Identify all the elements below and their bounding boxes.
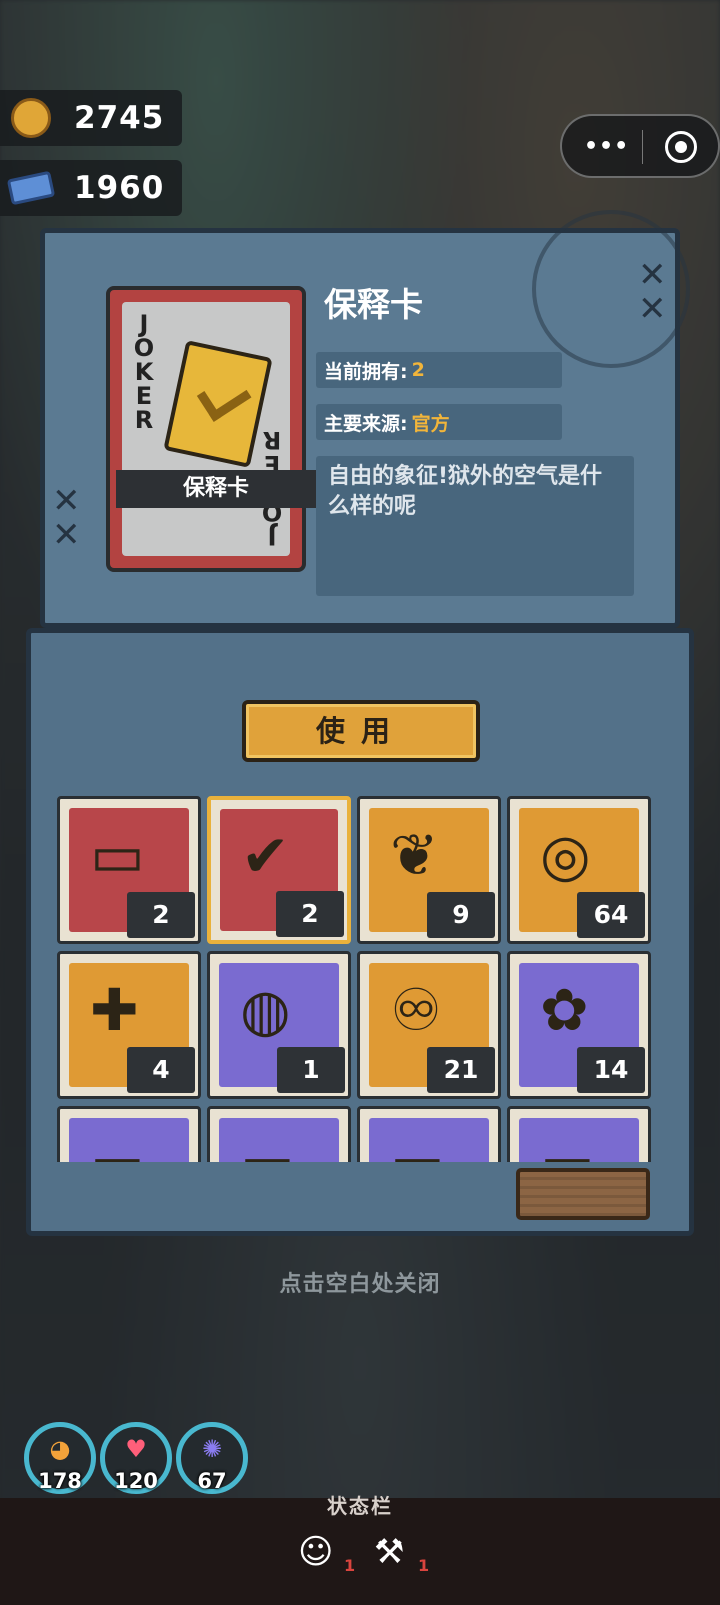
inventory-slot[interactable]: ✔ 2 <box>207 796 351 944</box>
item-icon: ▬ <box>540 1131 595 1162</box>
blue-ticket-icon <box>6 168 56 208</box>
wooden-button[interactable] <box>516 1168 650 1220</box>
inventory-slot[interactable]: ▬ <box>57 1106 201 1162</box>
item-name: 保释卡 <box>324 285 423 324</box>
inventory-slot[interactable]: ▬ <box>357 1106 501 1162</box>
ribbon-card-icon: ♾ <box>390 976 442 1044</box>
ticket-currency: 1960 <box>0 160 182 216</box>
bail-card-icon <box>163 340 273 468</box>
item-description: 自由的象征!狱外的空气是什么样的呢 <box>328 464 603 519</box>
inventory-slot[interactable]: ◎ 64 <box>507 796 651 944</box>
use-button[interactable]: 使用 <box>242 700 480 762</box>
inventory-slot[interactable]: ✿ 14 <box>507 951 651 1099</box>
medical-card-icon: ✚ <box>90 976 139 1044</box>
bow-ticket-icon: ✿ <box>540 976 589 1044</box>
ticket-amount: 1960 <box>74 170 165 206</box>
more-menu-button[interactable]: ••• <box>584 134 629 159</box>
effect-count: 1 <box>418 1556 430 1575</box>
capsule-divider <box>642 130 643 164</box>
item-count: 4 <box>127 1047 195 1093</box>
effect-count: 1 <box>344 1556 356 1575</box>
steak-meal-icon: ◍ <box>240 976 291 1044</box>
item-icon: ▬ <box>90 1131 145 1162</box>
theater-masks-icon[interactable]: ☺ <box>298 1532 333 1572</box>
film-reel-icon: ◎ <box>540 821 591 889</box>
item-count: 2 <box>127 892 195 938</box>
inventory-slot[interactable]: ▬ <box>207 1106 351 1162</box>
inventory-slot[interactable]: ♾ 21 <box>357 951 501 1099</box>
source-label: 主要来源: <box>324 412 408 435</box>
inventory-slot[interactable]: ✚ 4 <box>57 951 201 1099</box>
food-icon: ◕ <box>49 1435 71 1463</box>
description-box: 自由的象征!狱外的空气是什么样的呢 <box>316 456 634 596</box>
close-hint: 点击空白处关闭 <box>279 1272 441 1297</box>
x-marks-decoration: ✕ ✕ <box>52 481 81 555</box>
item-count: 9 <box>427 892 495 938</box>
health-stat[interactable]: ♥ 120 <box>100 1422 172 1494</box>
owned-label: 当前拥有: <box>324 360 408 383</box>
card-corner-text: JOKER <box>133 310 155 434</box>
item-icon: ▬ <box>240 1131 295 1162</box>
item-count: 14 <box>577 1047 645 1093</box>
gold-amount: 2745 <box>74 100 165 136</box>
hunger-stat[interactable]: ◕ 178 <box>24 1422 96 1494</box>
hammer-upgrade-icon[interactable]: ⚒ <box>374 1532 404 1572</box>
owned-value: 2 <box>411 359 425 381</box>
close-miniprogram-icon[interactable] <box>665 131 697 163</box>
item-count: 64 <box>577 892 645 938</box>
heart-icon: ♥ <box>125 1435 147 1463</box>
bail-card-icon: ✔ <box>241 822 290 890</box>
item-card-preview: JOKER JOKER 保释卡 <box>106 286 316 572</box>
gold-currency: 2745 <box>0 90 182 146</box>
sanity-stat[interactable]: ✺ 67 <box>176 1422 248 1494</box>
inventory-slot[interactable]: ▬ <box>507 1106 651 1162</box>
status-bar-title: 状态栏 <box>327 1494 393 1518</box>
item-count: 1 <box>277 1047 345 1093</box>
item-icon: ▬ <box>390 1131 445 1162</box>
inventory-slot[interactable]: ◍ 1 <box>207 951 351 1099</box>
gold-coin-icon <box>8 98 54 138</box>
item-count: 2 <box>276 891 344 937</box>
inventory-slot[interactable]: ▭ 2 <box>57 796 201 944</box>
item-count: 21 <box>427 1047 495 1093</box>
inventory-slot[interactable]: ❦ 9 <box>357 796 501 944</box>
brain-icon: ✺ <box>201 1435 223 1463</box>
paw-scroll-icon: ❦ <box>390 821 439 889</box>
card-banner: 保释卡 <box>116 470 316 508</box>
source-row: 主要来源: 官方 <box>316 404 562 440</box>
x-marks-decoration: ✕ ✕ <box>638 255 667 329</box>
inventory-grid[interactable]: ▭2✔2❦9◎64✚4◍1♾21✿14▬▬▬▬ <box>52 796 670 1162</box>
miniprogram-capsule: ••• <box>560 114 720 178</box>
id-card-icon: ▭ <box>90 821 145 889</box>
source-value: 官方 <box>411 412 450 435</box>
owned-row: 当前拥有: 2 <box>316 352 562 388</box>
